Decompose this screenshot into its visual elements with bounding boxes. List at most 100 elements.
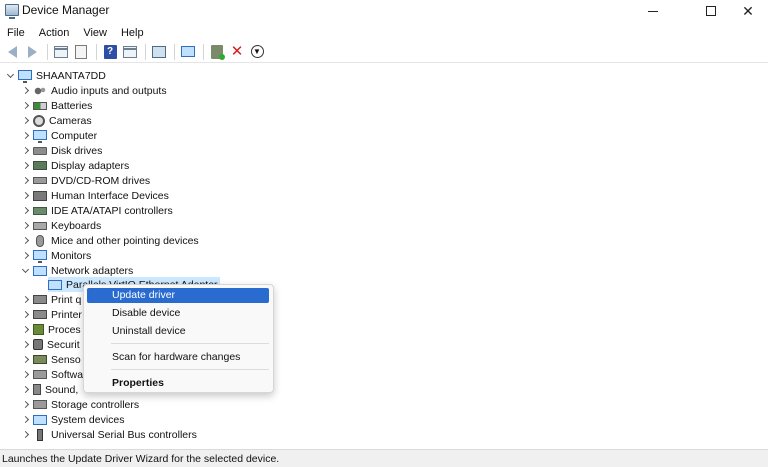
chevron-right-icon[interactable] [20,307,30,322]
context-menu-disable-device[interactable]: Disable device [87,306,269,321]
scan-hardware-button[interactable] [179,43,197,61]
display-adapter-icon [33,161,47,170]
tree-item-processors[interactable]: Proces [20,322,81,337]
chevron-right-icon[interactable] [20,337,30,352]
tree-item-security[interactable]: Securit [20,337,80,352]
chevron-right-icon[interactable] [20,427,30,442]
chevron-down-icon[interactable] [5,68,15,83]
maximize-icon [706,6,716,16]
menu-view[interactable]: View [76,24,114,42]
chevron-right-icon[interactable] [20,382,30,397]
ide-controller-icon [33,206,47,215]
update-driver-button[interactable]: ▼ [248,43,266,61]
storage-icon [33,400,47,409]
chevron-right-icon[interactable] [20,203,30,218]
chevron-right-icon[interactable] [20,113,30,128]
chevron-right-icon[interactable] [20,98,30,113]
chevron-right-icon[interactable] [20,218,30,233]
chevron-right-icon[interactable] [20,248,30,263]
tree-item-display-adapters[interactable]: Display adapters [20,158,129,173]
chevron-right-icon[interactable] [20,367,30,382]
software-icon [33,370,47,379]
tree-item-disk-drives[interactable]: Disk drives [20,143,102,158]
add-driver-icon [211,44,223,59]
chevron-right-icon[interactable] [20,352,30,367]
tree-item-label: Network adapters [51,264,134,277]
tree-item-software[interactable]: Softwa [20,367,83,382]
chevron-right-icon[interactable] [20,128,30,143]
show-hide-console-tree-button[interactable] [52,43,70,61]
disk-drive-icon [33,146,47,155]
tree-item-ide-controllers[interactable]: IDE ATA/ATAPI controllers [20,203,173,218]
tree-item-label: Keyboards [51,219,102,232]
tree-root[interactable]: SHAANTA7DD [5,68,106,83]
update-driver-icon: ▼ [250,45,264,58]
chevron-right-icon[interactable] [20,397,30,412]
add-driver-button[interactable] [208,43,226,61]
processor-icon [33,324,44,335]
chevron-right-icon[interactable] [20,158,30,173]
tree-item-sensors[interactable]: Senso [20,352,81,367]
tree-item-batteries[interactable]: Batteries [20,98,92,113]
context-menu-update-driver[interactable]: Update driver [87,288,269,303]
menu-action[interactable]: Action [32,24,77,42]
chevron-right-icon[interactable] [20,412,30,427]
tree-item-label: Senso [51,353,81,366]
tree-item-network-adapters[interactable]: Network adapters [20,263,133,278]
print-icon [152,45,166,58]
close-button[interactable]: ✕ [725,0,768,22]
chevron-down-icon[interactable] [20,263,30,278]
toolbar-separator [47,43,48,60]
forward-button[interactable] [23,43,41,61]
title-bar: Device Manager ✕ [0,0,768,22]
context-menu-properties[interactable]: Properties [87,376,269,391]
chevron-right-icon[interactable] [20,233,30,248]
minimize-button[interactable] [630,0,676,22]
tree-item-hid[interactable]: Human Interface Devices [20,188,169,203]
camera-icon [33,114,45,127]
keyboard-icon [33,221,47,230]
properties-button[interactable] [72,43,90,61]
action-pane-button[interactable] [121,43,139,61]
chevron-right-icon[interactable] [20,143,30,158]
tree-item-label: Human Interface Devices [51,189,169,202]
tree-item-label: Computer [51,129,98,142]
network-adapter-icon [48,279,62,290]
help-button[interactable]: ? [101,43,119,61]
menu-file[interactable]: File [0,24,32,42]
tree-item-system-devices[interactable]: System devices [20,412,125,427]
chevron-right-icon[interactable] [20,322,30,337]
tree-item-printers[interactable]: Printer [20,307,82,322]
context-menu-separator [111,369,269,370]
tree-item-keyboards[interactable]: Keyboards [20,218,101,233]
tree-item-cameras[interactable]: Cameras [20,113,92,128]
tree-item-computer[interactable]: Computer [20,128,97,143]
tree-item-usb-controllers[interactable]: Universal Serial Bus controllers [20,427,197,442]
security-icon [33,339,43,350]
tree-item-mice[interactable]: Mice and other pointing devices [20,233,199,248]
tree-item-label: Securit [47,338,80,351]
chevron-right-icon[interactable] [20,292,30,307]
battery-icon [33,101,47,110]
tree-item-label: Disk drives [51,144,103,157]
menu-help[interactable]: Help [114,24,151,42]
toolbar-separator [96,43,97,60]
hid-icon [33,190,47,201]
print-button[interactable] [150,43,168,61]
context-menu-scan-hardware[interactable]: Scan for hardware changes [87,350,269,365]
tree-item-storage-controllers[interactable]: Storage controllers [20,397,139,412]
tree-item-audio[interactable]: Audio inputs and outputs [20,83,167,98]
chevron-right-icon[interactable] [20,188,30,203]
back-button[interactable] [3,43,21,61]
action-pane-icon [123,45,137,58]
tree-item-label: DVD/CD-ROM drives [51,174,151,187]
chevron-right-icon[interactable] [20,83,30,98]
tree-item-sound[interactable]: Sound, [20,382,78,397]
tree-item-label: Cameras [49,114,92,127]
tree-item-monitors[interactable]: Monitors [20,248,91,263]
tree-item-dvd-drives[interactable]: DVD/CD-ROM drives [20,173,150,188]
chevron-right-icon[interactable] [20,173,30,188]
uninstall-button[interactable]: ✕ [228,43,246,61]
tree-item-print-queues[interactable]: Print q [20,292,81,307]
context-menu-uninstall-device[interactable]: Uninstall device [87,324,269,339]
